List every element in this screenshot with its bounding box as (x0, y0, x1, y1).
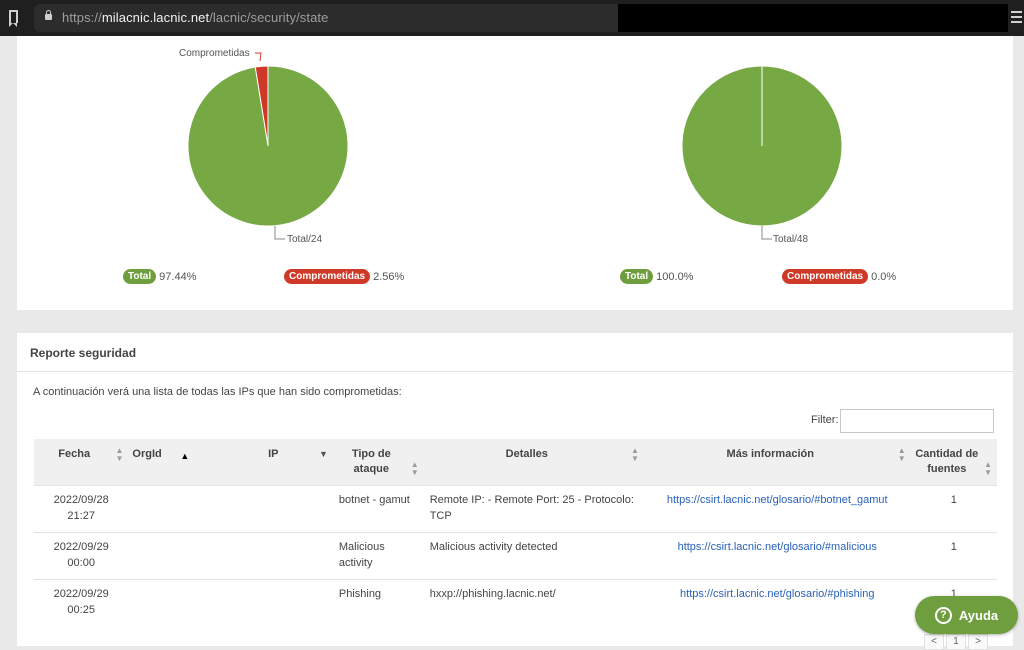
pagination-prev[interactable]: < (924, 634, 944, 650)
table-row: 2022/09/29 00:25 Phishing hxxp://phishin… (34, 579, 997, 626)
legend-value: 0.0% (871, 270, 897, 283)
column-header-orgid[interactable]: OrgId ▲ (128, 439, 228, 486)
help-label: Ayuda (958, 607, 999, 623)
report-intro: A continuación verá una lista de todas l… (33, 386, 402, 398)
cell-mas-informacion: https://csirt.lacnic.net/glosario/#phish… (643, 579, 911, 626)
pagination: < 1 > (924, 634, 990, 650)
cell-ip (227, 579, 333, 626)
url-text[interactable]: https://milacnic.lacnic.net/lacnic/secur… (62, 10, 328, 25)
pie-chart-right (681, 65, 843, 227)
column-header-mas-informacion[interactable]: Más información ▲ ▼ (643, 439, 911, 486)
column-header-detalles[interactable]: Detalles ▲ ▼ (423, 439, 644, 486)
security-report-table: Fecha ▲ ▼ OrgId ▲ IP ▼ Tipo de ataque ▲ ▼ Deta… (34, 439, 997, 626)
divider (17, 371, 1013, 372)
menu-icon[interactable] (1011, 11, 1022, 26)
cell-detalles: Remote IP: - Remote Port: 25 - Protocolo… (423, 485, 644, 533)
cell-tipo: botnet - gamut (332, 485, 424, 533)
leader-line-total-left (274, 226, 285, 240)
cell-tipo: Phishing (332, 579, 424, 626)
pagination-next[interactable]: > (968, 634, 988, 650)
bookmark-icon[interactable] (9, 10, 18, 27)
cell-cantidad: 1 (910, 532, 997, 580)
legend-comprometidas-left: Comprometidas 2.56% (284, 269, 404, 284)
cell-orgid (128, 485, 228, 533)
legend-value: 2.56% (373, 270, 405, 283)
sort-asc-icon: ▲ (180, 451, 190, 461)
legend-total-right: Total 100.0% (620, 269, 693, 284)
glosario-link[interactable]: https://csirt.lacnic.net/glosario/#phish… (680, 588, 874, 600)
sort-icon: ▲ ▼ (115, 446, 124, 463)
slice-label-total-left: Total/24 (287, 234, 323, 245)
badge-comprometidas: Comprometidas (782, 269, 869, 284)
glosario-link[interactable]: https://csirt.lacnic.net/glosario/#malic… (678, 541, 877, 553)
browser-address-bar: https://milacnic.lacnic.net/lacnic/secur… (0, 0, 1024, 36)
legend-total-left: Total 97.44% (123, 269, 196, 284)
table-row: 2022/09/29 00:00 Malicious activity Mali… (34, 532, 997, 580)
sort-icon: ▲ ▼ (984, 460, 992, 477)
report-panel: Reporte seguridad A continuación verá un… (17, 333, 1013, 646)
sort-icon: ▲ ▼ (410, 460, 419, 477)
column-header-ip[interactable]: IP ▼ (227, 439, 333, 486)
table-row: 2022/09/28 21:27 botnet - gamut Remote I… (34, 485, 997, 533)
legend-value: 97.44% (159, 270, 197, 283)
sort-desc-icon: ▼ (318, 449, 328, 459)
column-header-fecha[interactable]: Fecha ▲ ▼ (34, 439, 129, 486)
filter-input[interactable] (840, 409, 994, 433)
slice-label-comprometidas: Comprometidas (179, 48, 250, 59)
redacted-area (618, 4, 1008, 32)
charts-panel: Comprometidas Total/24 Total/48 Total 97… (17, 36, 1013, 310)
column-header-cantidad[interactable]: Cantidad de fuentes ▲ ▼ (910, 439, 997, 486)
pie-slice-total (187, 65, 349, 227)
legend-value: 100.0% (656, 270, 694, 283)
cell-fecha: 2022/09/29 00:25 (34, 579, 129, 626)
badge-total: Total (123, 269, 157, 284)
filter-label: Filter: (811, 414, 839, 426)
question-circle-icon: ? (934, 606, 952, 624)
slice-label-total-right: Total/48 (773, 234, 809, 245)
pie-chart-left (187, 65, 349, 227)
cell-detalles: hxxp://phishing.lacnic.net/ (423, 579, 644, 626)
pagination-page[interactable]: 1 (946, 634, 966, 650)
table-header-row: Fecha ▲ ▼ OrgId ▲ IP ▼ Tipo de ataque ▲ ▼ Deta… (34, 439, 997, 486)
cell-detalles: Malicious activity detected (423, 532, 644, 580)
legend-comprometidas-right: Comprometidas 0.0% (782, 269, 896, 284)
cell-mas-informacion: https://csirt.lacnic.net/glosario/#malic… (643, 532, 911, 580)
cell-tipo: Malicious activity (332, 532, 424, 580)
help-button[interactable]: ? Ayuda (915, 596, 1018, 634)
report-title: Reporte seguridad (30, 346, 137, 360)
lock-icon (45, 10, 52, 20)
badge-total: Total (620, 269, 654, 284)
glosario-link[interactable]: https://csirt.lacnic.net/glosario/#botne… (667, 494, 888, 506)
cell-mas-informacion: https://csirt.lacnic.net/glosario/#botne… (643, 485, 911, 533)
cell-cantidad: 1 (910, 485, 997, 533)
cell-fecha: 2022/09/29 00:00 (34, 532, 129, 580)
badge-comprometidas: Comprometidas (284, 269, 371, 284)
cell-ip (227, 532, 333, 580)
cell-ip (227, 485, 333, 533)
leader-line-comprometidas (255, 52, 262, 62)
sort-icon: ▲ ▼ (897, 446, 906, 463)
cell-orgid (128, 532, 228, 580)
cell-orgid (128, 579, 228, 626)
cell-fecha: 2022/09/28 21:27 (34, 485, 129, 533)
leader-line-total-right (761, 226, 772, 240)
column-header-tipo[interactable]: Tipo de ataque ▲ ▼ (332, 439, 424, 486)
sort-icon: ▲ ▼ (630, 446, 639, 463)
